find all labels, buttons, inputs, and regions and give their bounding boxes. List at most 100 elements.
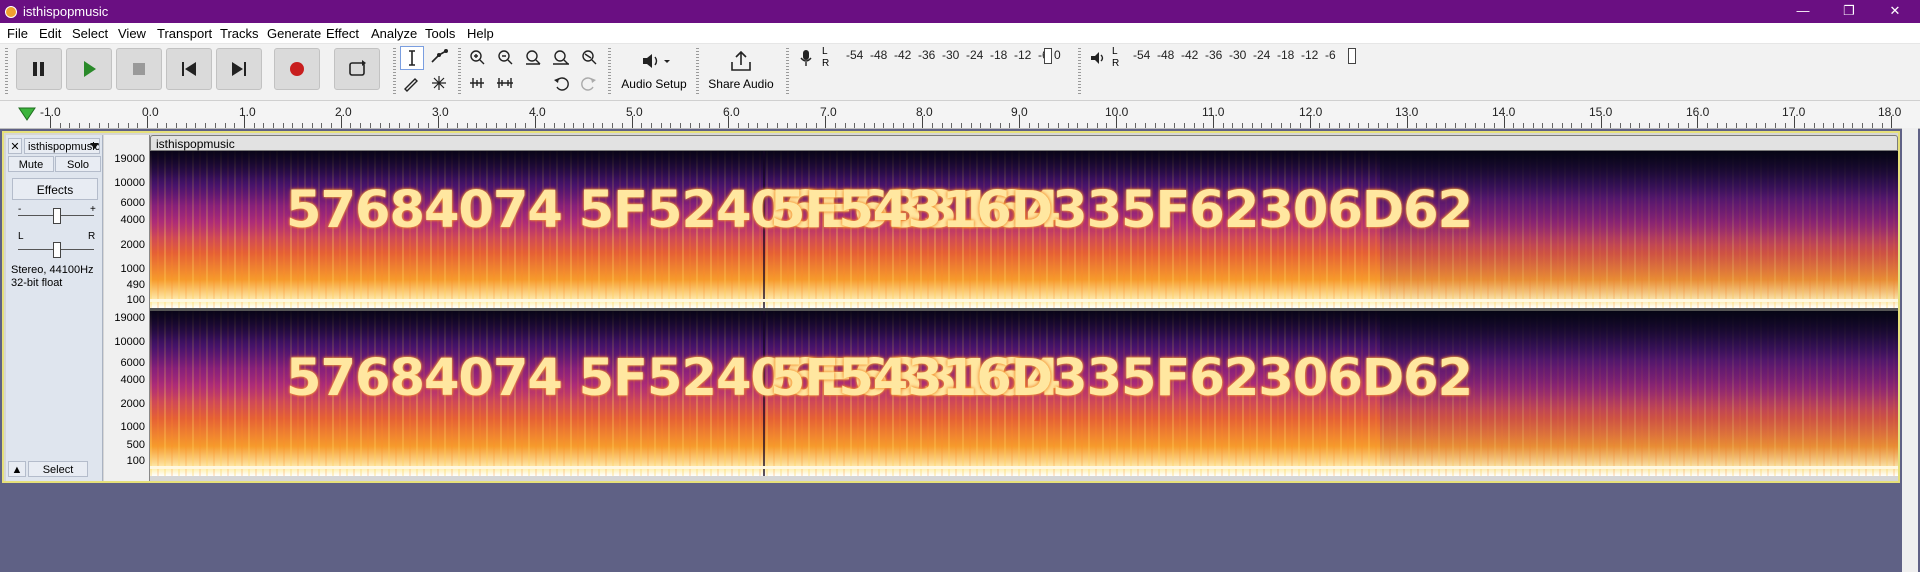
ruler-label: 3.0 xyxy=(432,105,449,119)
menu-help[interactable]: Help xyxy=(467,26,494,41)
ruler-minor-tick xyxy=(1193,123,1195,128)
track-audio-isthispopmusic[interactable]: ✕ isthispopmusic Mute Solo Effects - + L… xyxy=(2,131,1900,483)
ruler-minor-tick xyxy=(602,123,604,128)
mute-button[interactable]: Mute xyxy=(8,156,54,172)
skip-to-end-button[interactable] xyxy=(216,48,262,90)
vertical-scrollbar[interactable] xyxy=(1902,128,1918,572)
ruler-minor-tick xyxy=(495,123,497,128)
microphone-icon[interactable] xyxy=(798,48,814,68)
ruler-minor-tick xyxy=(1561,123,1563,128)
menu-tracks[interactable]: Tracks xyxy=(220,26,259,41)
window-title: isthispopmusic xyxy=(23,4,109,19)
collapse-track-button[interactable]: ▲ xyxy=(8,461,26,477)
ruler-minor-tick xyxy=(185,123,187,128)
zoom-in-button[interactable] xyxy=(466,46,490,70)
ruler-minor-tick xyxy=(864,123,866,128)
ruler-label: 0.0 xyxy=(142,105,159,119)
zoom-toggle-button[interactable] xyxy=(578,46,602,70)
maximize-button[interactable]: ❐ xyxy=(1826,0,1872,23)
fit-project-button[interactable] xyxy=(550,46,574,70)
selection-tool-button[interactable] xyxy=(400,46,424,70)
share-audio-button[interactable]: Share Audio xyxy=(704,48,778,94)
undo-button[interactable] xyxy=(550,72,574,96)
menu-effect[interactable]: Effect xyxy=(326,26,359,41)
menu-transport[interactable]: Transport xyxy=(157,26,212,41)
menu-analyze[interactable]: Analyze xyxy=(371,26,417,41)
solo-button[interactable]: Solo xyxy=(55,156,101,172)
menu-select[interactable]: Select xyxy=(72,26,108,41)
toolbar-grip[interactable] xyxy=(393,48,396,96)
record-meter-slider[interactable] xyxy=(1044,48,1052,64)
toolbar-grip[interactable] xyxy=(696,48,699,96)
ruler-minor-tick xyxy=(1881,123,1883,128)
ruler-minor-tick xyxy=(670,123,672,128)
ruler-minor-tick xyxy=(1842,123,1844,128)
record-meter-lr: LR xyxy=(822,46,830,69)
toolbar-grip[interactable] xyxy=(458,48,461,96)
ruler-minor-tick xyxy=(1474,123,1476,128)
ruler-minor-tick xyxy=(612,123,614,128)
select-track-button[interactable]: Select xyxy=(28,461,88,477)
loop-button[interactable] xyxy=(334,48,380,90)
toolbar-grip[interactable] xyxy=(5,48,8,96)
menu-edit[interactable]: Edit xyxy=(39,26,61,41)
gain-slider-thumb[interactable] xyxy=(53,208,61,224)
ruler-minor-tick xyxy=(776,123,778,128)
ruler-minor-tick xyxy=(1726,123,1728,128)
ruler-label: 4.0 xyxy=(529,105,546,119)
minimize-button[interactable]: — xyxy=(1780,0,1826,23)
ruler-label: 5.0 xyxy=(626,105,643,119)
audio-setup-button[interactable]: Audio Setup xyxy=(618,48,690,94)
pause-button[interactable] xyxy=(16,48,62,90)
menu-bar: File Edit Select View Transport Tracks G… xyxy=(0,23,1920,44)
ruler-minor-tick xyxy=(1077,123,1079,128)
play-button[interactable] xyxy=(66,48,112,90)
ruler-minor-tick xyxy=(253,123,255,128)
record-icon xyxy=(290,62,304,76)
envelope-tool-button[interactable] xyxy=(428,46,452,70)
menu-view[interactable]: View xyxy=(118,26,146,41)
toolbar-grip[interactable] xyxy=(608,48,611,96)
record-button[interactable] xyxy=(274,48,320,90)
timeline-ruler[interactable]: -1.0 0.0 1.0 2.0 3.0 4.0 5.0 6.0 7.0 8.0… xyxy=(0,101,1920,129)
track-menu-button[interactable]: isthispopmusic xyxy=(24,138,100,154)
track-close-button[interactable]: ✕ xyxy=(8,138,22,154)
menu-generate[interactable]: Generate xyxy=(267,26,321,41)
ruler-minor-tick xyxy=(1174,123,1176,128)
ruler-minor-tick xyxy=(815,123,817,128)
ruler-minor-tick xyxy=(1862,123,1864,128)
menu-tools[interactable]: Tools xyxy=(425,26,455,41)
play-head-icon[interactable] xyxy=(18,107,36,121)
audio-setup-label: Audio Setup xyxy=(621,77,687,91)
spectrogram-left-channel[interactable]: 57684074 5F52406E633164 5F54316D335F6230… xyxy=(150,151,1898,308)
fit-selection-button[interactable] xyxy=(522,46,546,70)
pan-slider-thumb[interactable] xyxy=(53,242,61,258)
toolbar-grip[interactable] xyxy=(786,48,789,96)
chevron-down-icon[interactable] xyxy=(90,143,99,149)
menu-file[interactable]: File xyxy=(7,26,28,41)
ruler-minor-tick xyxy=(699,123,701,128)
clip-header[interactable]: isthispopmusic xyxy=(150,135,1898,151)
ruler-minor-tick xyxy=(709,123,711,128)
silence-audio-button[interactable] xyxy=(494,72,518,96)
ruler-minor-tick xyxy=(553,123,555,128)
ruler-minor-tick xyxy=(786,123,788,128)
ruler-minor-tick xyxy=(1648,123,1650,128)
stop-button[interactable] xyxy=(116,48,162,90)
skip-to-start-button[interactable] xyxy=(166,48,212,90)
speaker-meter-icon[interactable] xyxy=(1088,48,1108,68)
trim-audio-button[interactable] xyxy=(466,72,490,96)
ruler-minor-tick xyxy=(660,123,662,128)
ruler-minor-tick xyxy=(108,123,110,128)
redo-button[interactable] xyxy=(578,72,602,96)
toolbar-grip[interactable] xyxy=(1078,48,1081,96)
play-meter-slider[interactable] xyxy=(1348,48,1356,64)
frequency-scale[interactable]: 19000 10000 6000 4000 2000 1000 490 100 … xyxy=(104,135,150,481)
draw-tool-button[interactable] xyxy=(400,72,424,96)
close-window-button[interactable]: ✕ xyxy=(1872,0,1918,23)
ruler-minor-tick xyxy=(1009,123,1011,128)
spectrogram-right-channel[interactable]: 57684074 5F52406E633164 5F54316D335F6230… xyxy=(150,311,1898,476)
zoom-out-button[interactable] xyxy=(494,46,518,70)
multi-tool-button[interactable] xyxy=(428,72,452,96)
effects-button[interactable]: Effects xyxy=(12,178,98,200)
